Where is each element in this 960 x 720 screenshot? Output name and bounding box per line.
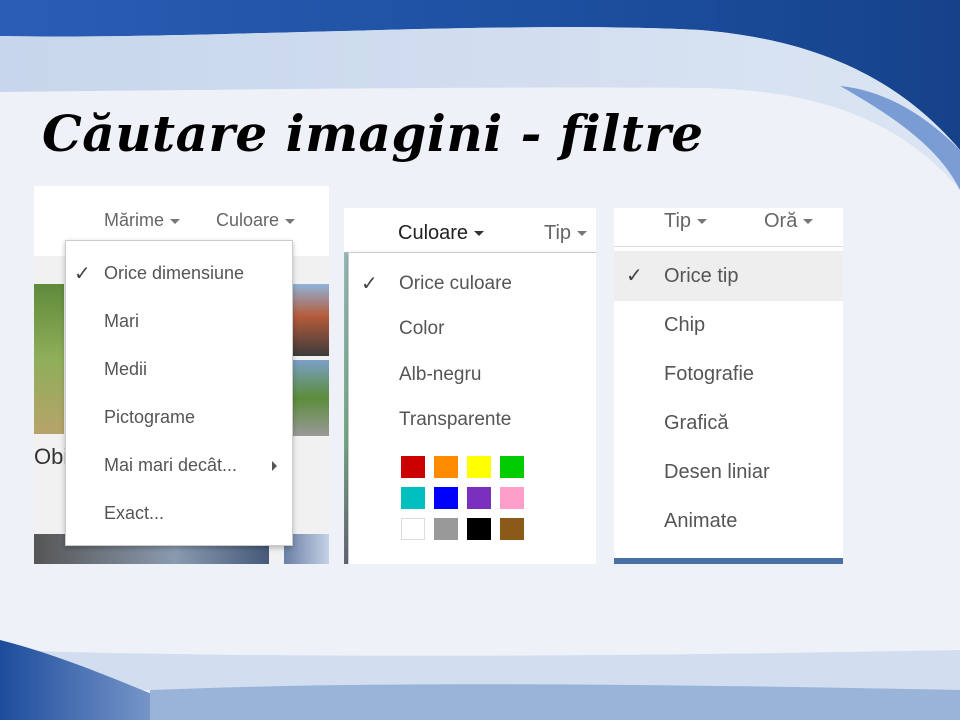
slide-title: Căutare imagini - filtre (42, 104, 704, 163)
chevron-down-icon (285, 218, 296, 224)
menu-item-animated[interactable]: Animate (664, 510, 737, 533)
checkmark-icon: ✓ (361, 273, 378, 295)
result-caption: Obi (34, 444, 69, 469)
size-filter-toggle[interactable]: Mărime (104, 210, 181, 231)
color-swatch[interactable] (434, 456, 458, 478)
checkmark-icon: ✓ (626, 265, 643, 287)
menu-item-photo[interactable]: Fotografie (664, 363, 754, 386)
type-filter-toggle[interactable]: Tip (544, 222, 588, 245)
menu-item-large[interactable]: Mari (104, 311, 139, 332)
type-filter-toggle[interactable]: Tip (664, 210, 708, 233)
type-filter-menu: ✓ Orice tip Chip Fotografie Grafică Dese… (614, 246, 843, 559)
thumbnail-image[interactable] (292, 360, 329, 436)
chevron-down-icon (697, 219, 708, 225)
type-filter-screenshot: Tip Oră ✓ Orice tip Chip Fotografie Graf… (614, 208, 843, 564)
menu-item-icons[interactable]: Pictograme (104, 407, 195, 428)
color-filter-label: Culoare (398, 222, 469, 244)
color-filter-screenshot: Culoare Tip ✓ Orice culoare Color Alb-ne… (344, 208, 596, 564)
menu-item-any-type[interactable]: Orice tip (664, 265, 738, 288)
size-filter-label: Mărime (104, 210, 165, 230)
color-swatch[interactable] (500, 487, 524, 509)
color-swatch[interactable] (467, 456, 491, 478)
menu-item-face[interactable]: Chip (664, 314, 705, 337)
color-swatch[interactable] (467, 518, 491, 540)
menu-item-any-size[interactable]: Orice dimensiune (104, 263, 244, 284)
color-swatch[interactable] (467, 487, 491, 509)
chevron-down-icon (474, 231, 485, 237)
menu-item-black-white[interactable]: Alb-negru (399, 364, 481, 386)
chevron-down-icon (803, 219, 814, 225)
time-filter-label: Oră (764, 210, 798, 232)
color-filter-toggle[interactable]: Culoare (398, 222, 485, 245)
color-swatch[interactable] (401, 487, 425, 509)
menu-item-any-color[interactable]: Orice culoare (399, 273, 512, 295)
menu-item-medium[interactable]: Medii (104, 359, 147, 380)
menu-item-color[interactable]: Color (399, 318, 444, 340)
thumbnail-edge (614, 558, 843, 564)
chevron-down-icon (577, 231, 588, 237)
color-filter-toggle[interactable]: Culoare (216, 210, 296, 231)
color-swatch[interactable] (434, 518, 458, 540)
thumbnail-image[interactable] (292, 284, 329, 356)
color-swatch[interactable] (401, 456, 425, 478)
thumbnail-image[interactable] (34, 284, 64, 434)
checkmark-icon: ✓ (74, 263, 91, 285)
menu-item-exact[interactable]: Exact... (104, 503, 164, 524)
type-filter-label: Tip (544, 222, 572, 244)
chevron-down-icon (170, 218, 181, 224)
color-filter-label: Culoare (216, 210, 280, 230)
menu-item-larger-than[interactable]: Mai mari decât... (104, 455, 237, 476)
color-filter-menu: ✓ Orice culoare Color Alb-negru Transpar… (348, 252, 596, 564)
color-swatch[interactable] (500, 518, 524, 540)
type-filter-label: Tip (664, 210, 692, 232)
size-filter-menu: ✓ Orice dimensiune Mari Medii Pictograme… (65, 240, 293, 546)
menu-item-transparent[interactable]: Transparente (399, 409, 511, 431)
color-swatch[interactable] (500, 456, 524, 478)
color-swatch[interactable] (401, 518, 425, 540)
time-filter-toggle[interactable]: Oră (764, 210, 814, 233)
menu-item-clip-art[interactable]: Grafică (664, 412, 728, 435)
menu-item-line-drawing[interactable]: Desen liniar (664, 461, 770, 484)
submenu-arrow-icon (272, 461, 277, 471)
color-swatch[interactable] (434, 487, 458, 509)
size-filter-screenshot: Mărime Culoare Obi ✓ Orice dimensiune Ma… (34, 186, 329, 564)
